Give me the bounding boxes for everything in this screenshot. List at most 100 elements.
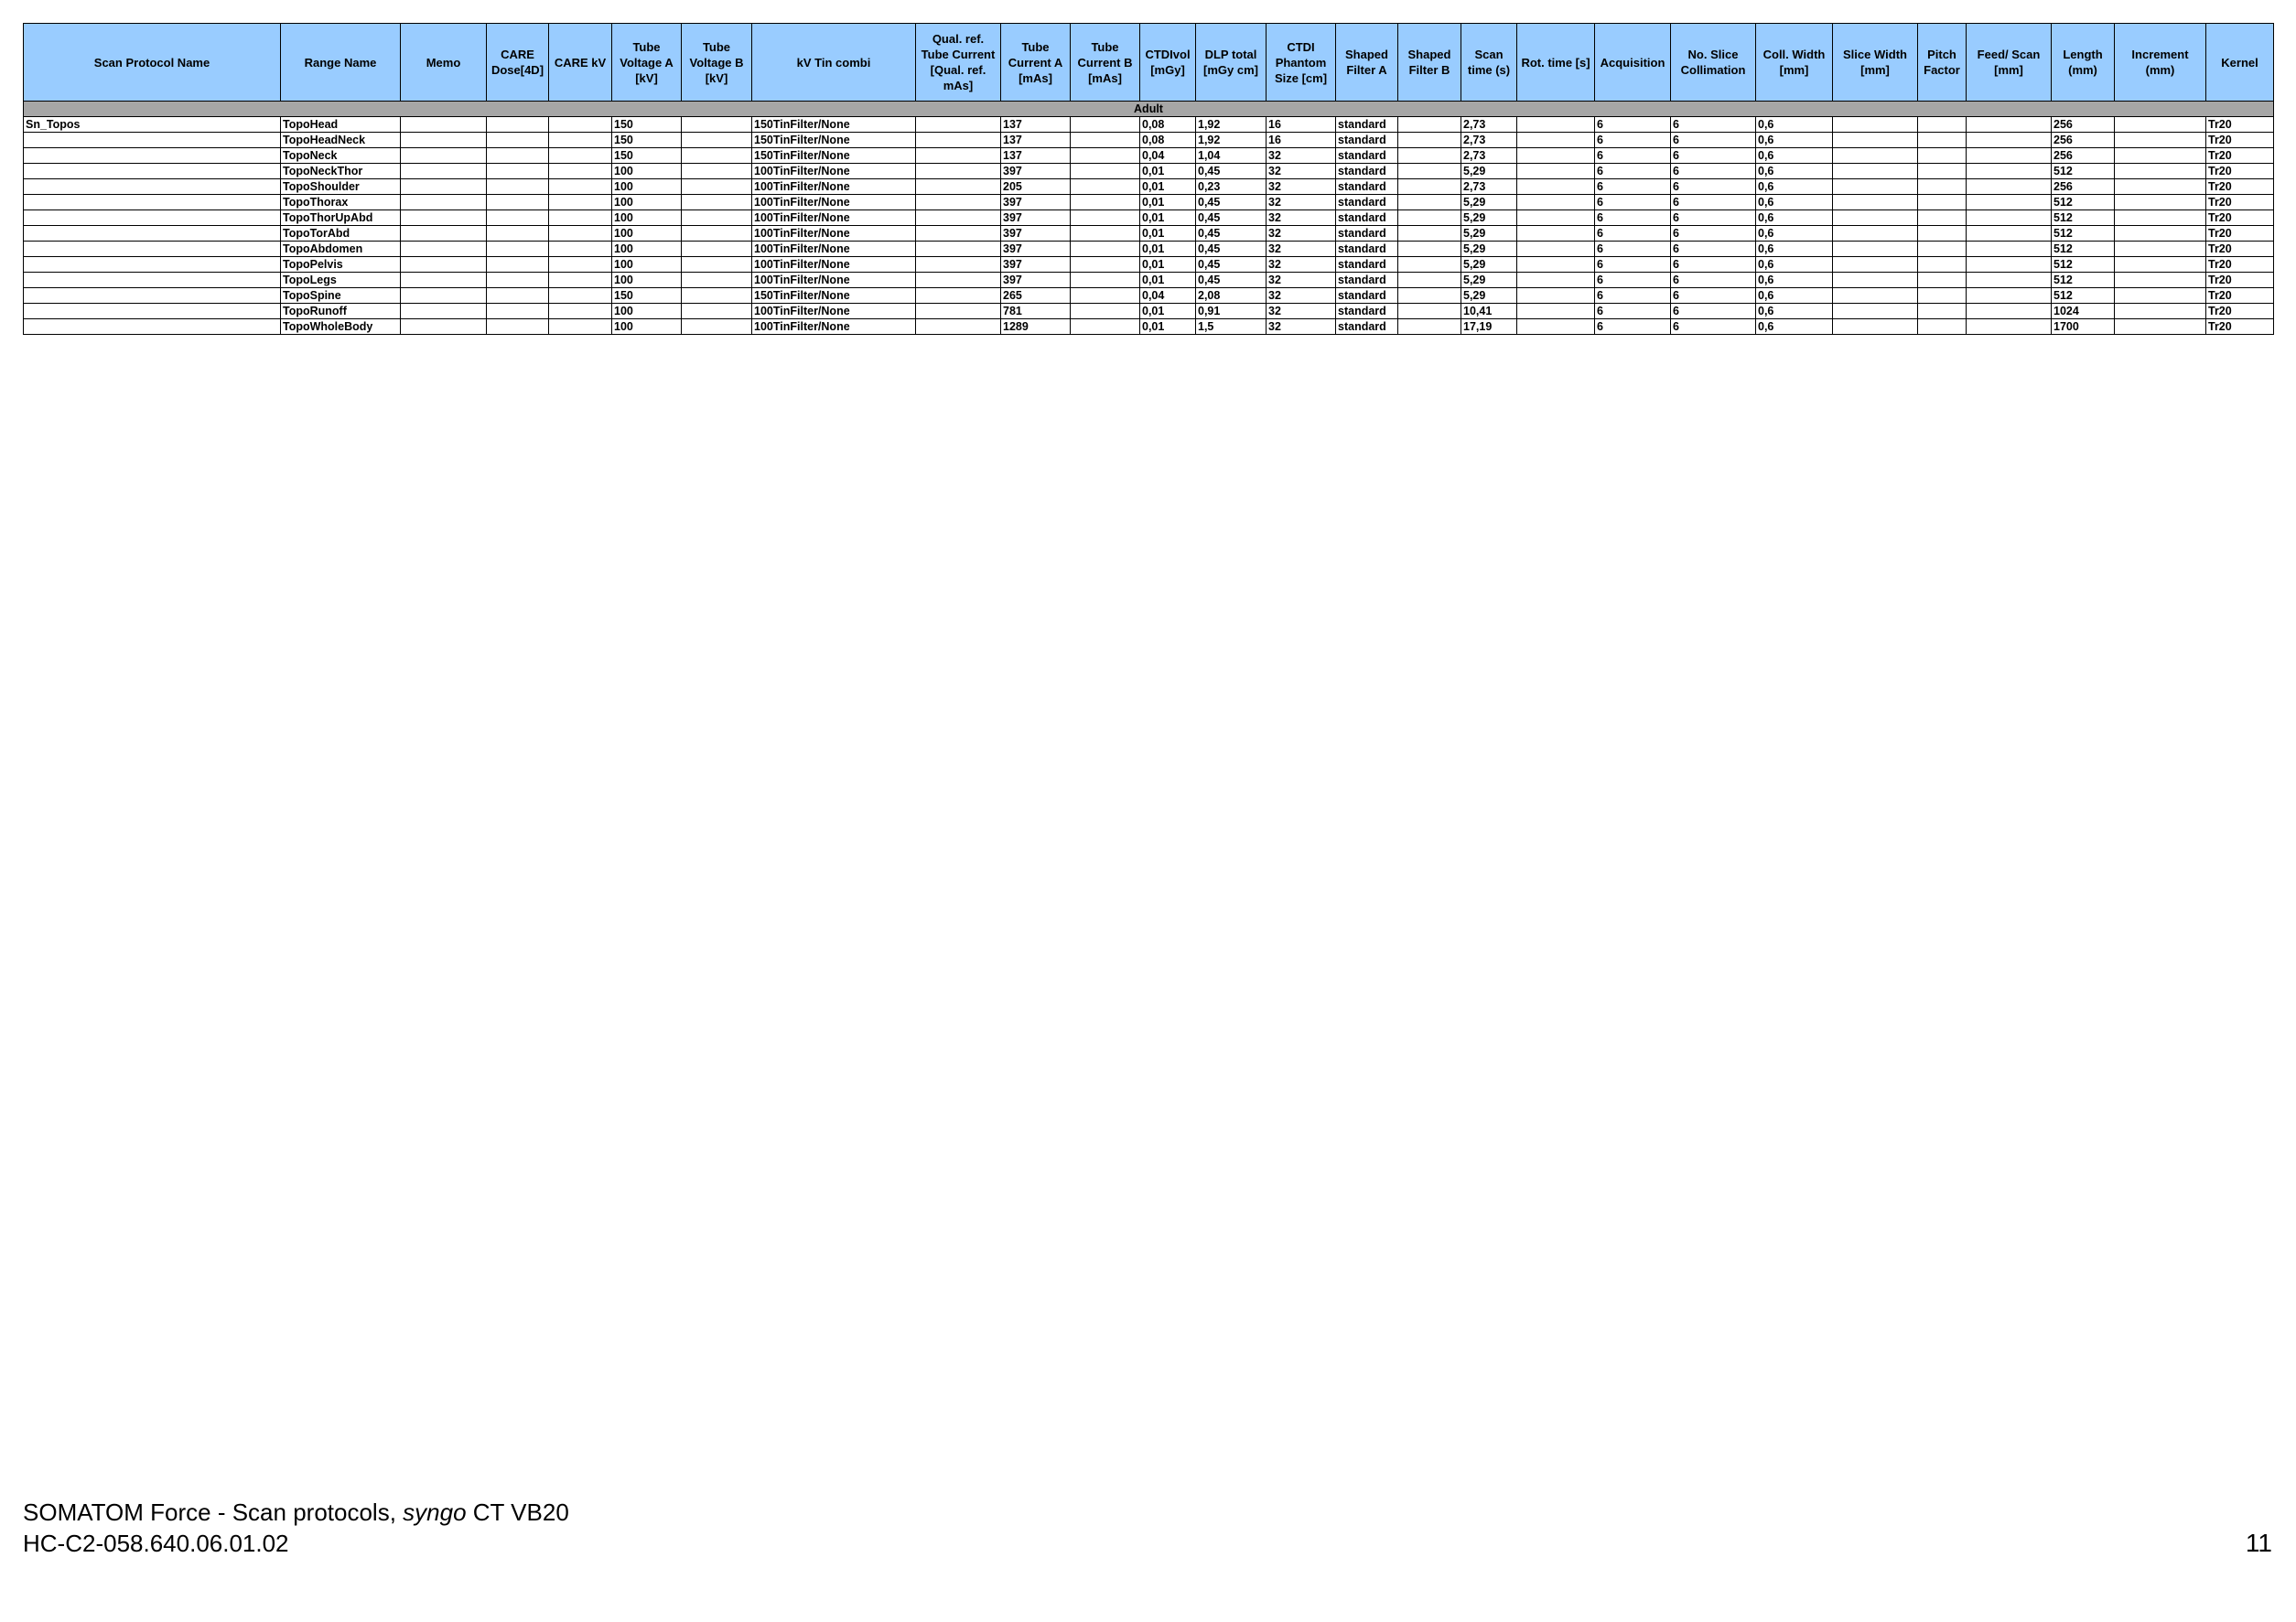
cell-increment [2114, 147, 2206, 164]
column-header-feed: Feed/ Scan [mm] [1966, 23, 2052, 102]
cell-tube-va: 150 [611, 132, 682, 148]
column-header-range: Range Name [280, 23, 401, 102]
cell-feed [1966, 225, 2052, 242]
cell-protocol [23, 194, 281, 210]
cell-no-slice: 6 [1670, 209, 1756, 226]
cell-increment [2114, 132, 2206, 148]
table-row: Sn_Topos TopoHead 150 150TinFilter/None 137 0… [23, 116, 2274, 133]
cell-filter-a: standard [1335, 116, 1398, 133]
cell-tube-vb [681, 272, 752, 288]
column-header-coll-width: Coll. Width [mm] [1755, 23, 1833, 102]
cell-tube-cb [1070, 132, 1140, 148]
cell-tube-va: 100 [611, 241, 682, 257]
cell-length: 512 [2051, 225, 2115, 242]
cell-tube-ca: 137 [1000, 147, 1071, 164]
column-header-protocol: Scan Protocol Name [23, 23, 281, 102]
cell-tube-ca: 397 [1000, 256, 1071, 273]
table-row: TopoThorUpAbd 100 100TinFilter/None 397 0,01… [23, 209, 2274, 226]
document-title: SOMATOM Force - Scan protocols, syngo CT… [23, 1497, 569, 1528]
cell-range: TopoAbdomen [280, 241, 401, 257]
cell-coll-width: 0,6 [1755, 318, 1833, 335]
cell-feed [1966, 318, 2052, 335]
cell-slice-width [1832, 272, 1918, 288]
cell-care-kv [548, 287, 612, 304]
cell-increment [2114, 287, 2206, 304]
table-header-row: Scan Protocol Name Range Name Memo CARE Dos… [23, 23, 2274, 102]
cell-filter-b [1397, 178, 1461, 195]
cell-length: 1700 [2051, 318, 2115, 335]
cell-filter-a: standard [1335, 147, 1398, 164]
cell-ctdivol: 0,01 [1139, 209, 1196, 226]
cell-kernel: Tr20 [2205, 287, 2274, 304]
cell-acquisition: 6 [1594, 163, 1671, 179]
cell-tube-ca: 781 [1000, 303, 1071, 319]
cell-pitch [1917, 225, 1967, 242]
cell-protocol [23, 241, 281, 257]
cell-range: TopoNeck [280, 147, 401, 164]
cell-length: 512 [2051, 194, 2115, 210]
cell-tube-ca: 397 [1000, 209, 1071, 226]
cell-length: 512 [2051, 209, 2115, 226]
cell-memo [400, 132, 487, 148]
column-header-tube-ca: Tube Current A [mAs] [1000, 23, 1071, 102]
cell-increment [2114, 194, 2206, 210]
cell-kernel: Tr20 [2205, 209, 2274, 226]
cell-tube-va: 100 [611, 303, 682, 319]
cell-coll-width: 0,6 [1755, 256, 1833, 273]
cell-filter-a: standard [1335, 132, 1398, 148]
cell-tube-va: 100 [611, 256, 682, 273]
cell-care-dose [486, 116, 549, 133]
cell-kernel: Tr20 [2205, 147, 2274, 164]
cell-qual-ref [915, 241, 1001, 257]
cell-care-kv [548, 209, 612, 226]
cell-memo [400, 163, 487, 179]
table-row: TopoSpine 150 150TinFilter/None 265 0,04 2,08… [23, 287, 2274, 304]
cell-no-slice: 6 [1670, 287, 1756, 304]
cell-dlp: 0,45 [1195, 194, 1267, 210]
cell-range: TopoSpine [280, 287, 401, 304]
cell-range: TopoThorUpAbd [280, 209, 401, 226]
cell-slice-width [1832, 303, 1918, 319]
cell-coll-width: 0,6 [1755, 147, 1833, 164]
cell-memo [400, 178, 487, 195]
cell-rot-time [1516, 287, 1595, 304]
cell-feed [1966, 241, 2052, 257]
cell-tube-cb [1070, 147, 1140, 164]
cell-dlp: 1,92 [1195, 132, 1267, 148]
cell-care-dose [486, 225, 549, 242]
cell-filter-b [1397, 163, 1461, 179]
cell-filter-a: standard [1335, 241, 1398, 257]
cell-tube-vb [681, 132, 752, 148]
cell-ctdivol: 0,08 [1139, 116, 1196, 133]
cell-care-kv [548, 116, 612, 133]
page-number: 11 [2245, 1529, 2272, 1557]
cell-filter-a: standard [1335, 272, 1398, 288]
cell-no-slice: 6 [1670, 147, 1756, 164]
cell-qual-ref [915, 163, 1001, 179]
cell-pitch [1917, 116, 1967, 133]
cell-range: TopoPelvis [280, 256, 401, 273]
cell-scan-time: 5,29 [1461, 209, 1517, 226]
cell-ctdivol: 0,04 [1139, 147, 1196, 164]
cell-protocol [23, 178, 281, 195]
group-row-adult: Adult [23, 101, 2274, 117]
cell-kv-tin: 100TinFilter/None [751, 194, 916, 210]
cell-acquisition: 6 [1594, 287, 1671, 304]
cell-slice-width [1832, 287, 1918, 304]
cell-care-dose [486, 194, 549, 210]
cell-rot-time [1516, 194, 1595, 210]
cell-slice-width [1832, 132, 1918, 148]
cell-tube-vb [681, 318, 752, 335]
cell-care-dose [486, 241, 549, 257]
cell-protocol [23, 132, 281, 148]
column-header-memo: Memo [400, 23, 487, 102]
cell-memo [400, 147, 487, 164]
column-header-scan-time: Scan time (s) [1461, 23, 1517, 102]
cell-no-slice: 6 [1670, 256, 1756, 273]
cell-care-kv [548, 194, 612, 210]
cell-care-dose [486, 209, 549, 226]
cell-ctdivol: 0,01 [1139, 194, 1196, 210]
cell-ctdi-phantom: 32 [1266, 303, 1336, 319]
cell-kernel: Tr20 [2205, 116, 2274, 133]
cell-tube-cb [1070, 241, 1140, 257]
